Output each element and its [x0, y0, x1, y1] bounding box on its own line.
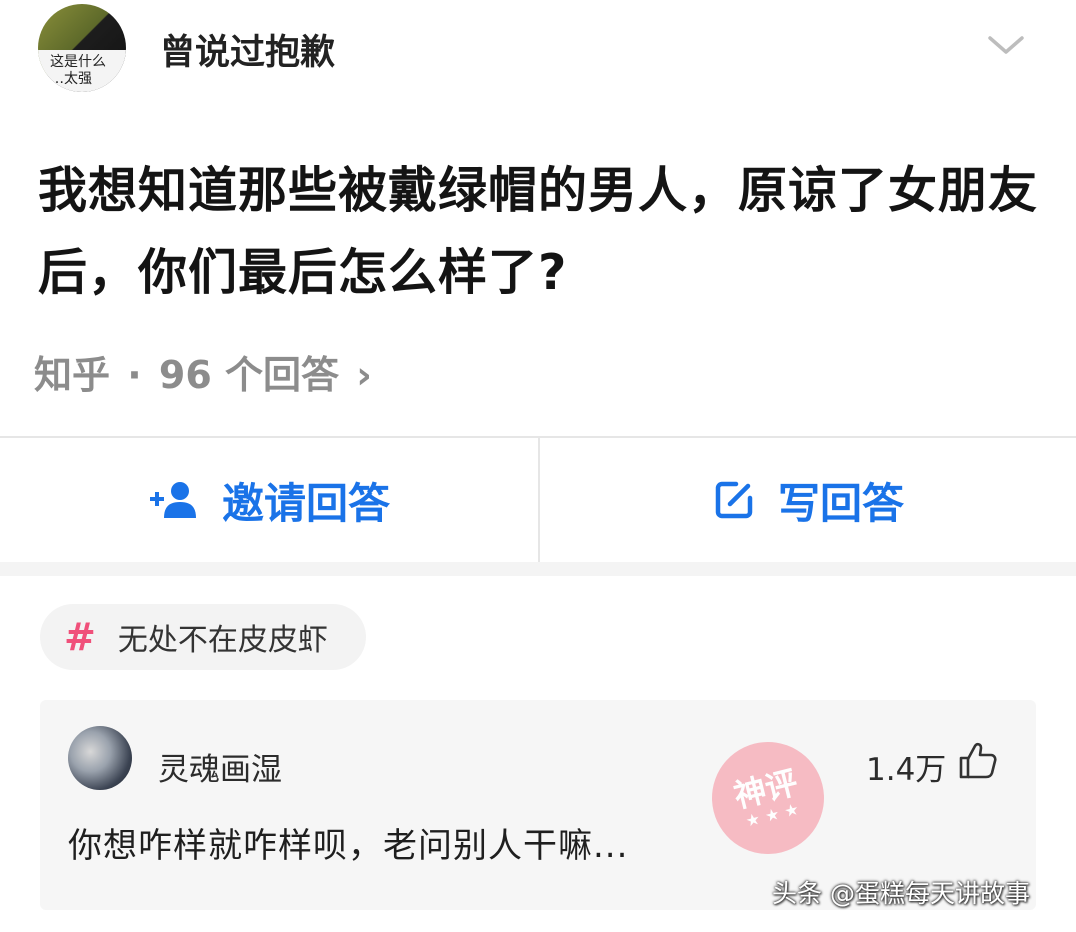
write-answer-button[interactable]: 写回答: [538, 438, 1076, 562]
chevron-right-icon: ›: [356, 353, 372, 397]
meta-separator: ·: [127, 353, 142, 397]
post-header: 这是什么 …太强 曾说过抱歉: [0, 0, 1076, 100]
answer-author-name[interactable]: 灵魂画湿: [158, 744, 282, 789]
question-title[interactable]: 我想知道那些被戴绿帽的男人，原谅了女朋友后，你们最后怎么样了?: [38, 150, 1048, 314]
question-meta[interactable]: 知乎 · 96 个回答 ›: [34, 344, 376, 399]
topic-label: 无处不在皮皮虾: [117, 623, 328, 658]
section-divider: [0, 562, 1076, 576]
like-count: 1.4万: [866, 752, 947, 788]
thumbs-up-icon[interactable]: [958, 742, 998, 780]
hashtag-icon: #: [64, 615, 96, 659]
answer-count: 96 个回答: [158, 353, 340, 397]
add-user-icon: [149, 482, 196, 518]
invite-answer-button[interactable]: 邀请回答: [0, 438, 538, 562]
action-bar: 邀请回答 写回答: [0, 436, 1076, 562]
answer-author-avatar[interactable]: [68, 726, 132, 790]
watermark: 头条 @蛋糕每天讲故事: [772, 879, 1030, 908]
write-answer-label: 写回答: [777, 478, 904, 528]
user-avatar[interactable]: 这是什么 …太强: [38, 4, 126, 92]
source-label: 知乎: [34, 353, 111, 397]
username[interactable]: 曾说过抱歉: [160, 24, 335, 75]
answer-excerpt[interactable]: 你想咋样就咋样呗，老问别人干嘛...: [68, 818, 628, 867]
avatar-caption: 这是什么 …太强: [38, 50, 126, 92]
invite-answer-label: 邀请回答: [221, 478, 390, 528]
edit-icon: [715, 481, 753, 519]
topic-tag[interactable]: # 无处不在皮皮虾: [40, 604, 366, 670]
chevron-down-icon[interactable]: [986, 32, 1026, 58]
